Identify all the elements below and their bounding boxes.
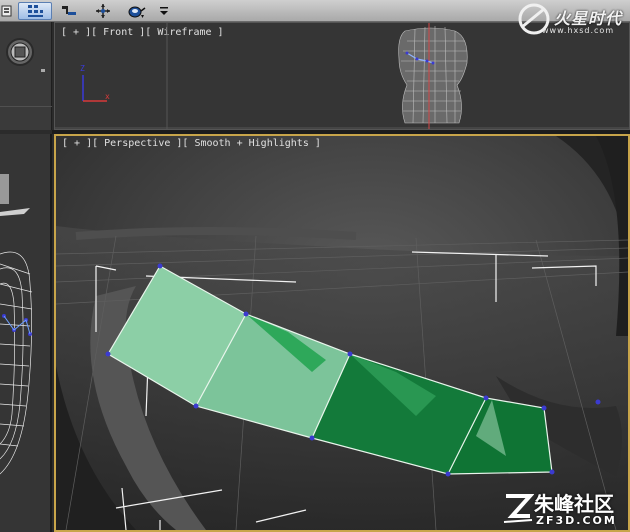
watermark-zf3d: 朱峰社区 ZF3D.COM [500,486,630,532]
move-transform-button[interactable] [92,2,114,20]
svg-text:x: x [105,92,110,101]
gizmo-icon [0,174,9,204]
zf3d-logo-icon [503,494,534,523]
svg-text:▾: ▾ [141,13,144,19]
watermark-hxsd: 火星时代 www.hxsd.com [512,1,630,41]
axis-tripod: Z x [80,64,110,102]
watermark-en: ZF3D.COM [536,514,617,527]
schematic-grid-icon [28,5,43,17]
render-teapot-icon: ▾ [128,6,146,19]
dropdown-arrow-icon [160,7,168,15]
watermark-url: www.hxsd.com [542,26,615,35]
perspective-scene [56,136,628,530]
schematic-grid-button[interactable] [18,2,52,20]
layer-icon[interactable] [0,2,14,20]
watermark-zh: 朱峰社区 [534,492,614,516]
link-button[interactable] [58,2,80,20]
toolbar-overflow-button[interactable] [158,2,170,20]
head-wireframe [398,26,468,124]
move-transform-icon [96,4,110,18]
perspective-viewport[interactable]: [ + ][ Perspective ][ Smooth + Highlight… [54,134,630,532]
perspective-viewport-label[interactable]: [ + ][ Perspective ][ Smooth + Highlight… [62,138,321,149]
axis-z-label: Z [80,64,85,73]
render-button[interactable]: ▾ [124,2,150,20]
left-viewport-wireframe [0,134,52,532]
command-panel-strip [0,22,52,130]
link-icon [62,6,76,15]
